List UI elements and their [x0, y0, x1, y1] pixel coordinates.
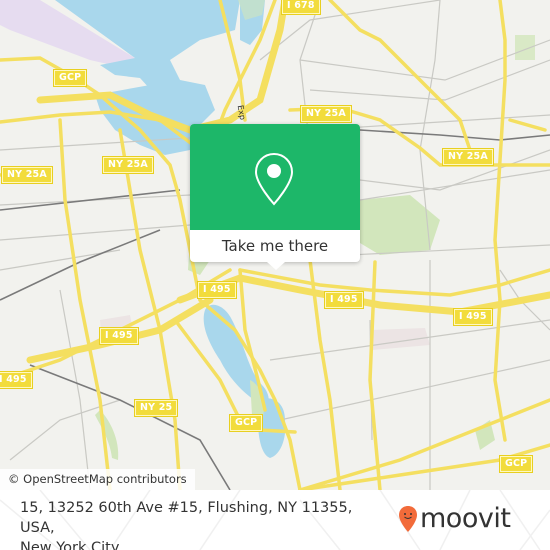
route-shield-ny25a: NY 25A: [2, 167, 52, 183]
route-shield-ny25a: NY 25A: [103, 157, 153, 173]
take-me-there-button[interactable]: Take me there: [190, 230, 360, 262]
map-attribution[interactable]: © OpenStreetMap contributors: [0, 469, 195, 490]
address-line-2: New York City: [20, 540, 120, 550]
route-shield-i495: I 495: [198, 282, 236, 298]
moovit-wordmark: moovit: [420, 503, 511, 534]
route-shield-ny25a: NY 25A: [443, 149, 493, 165]
popup-pointer: [267, 262, 285, 270]
location-pin-icon: [254, 152, 294, 206]
route-shield-ny25a: NY 25A: [301, 106, 351, 122]
route-shield-i495: I 495: [454, 309, 492, 325]
route-shield-gcp: GCP: [54, 70, 87, 86]
address-line-1: 15, 13252 60th Ave #15, Flushing, NY 113…: [20, 500, 353, 536]
route-shield-i678: I 678: [282, 0, 320, 14]
route-shield-ny25: NY 25: [135, 400, 178, 416]
route-shield-i495: I 495: [100, 328, 138, 344]
footer: 15, 13252 60th Ave #15, Flushing, NY 113…: [0, 490, 550, 550]
route-shield-i495: I 495: [325, 292, 363, 308]
location-popup: Take me there: [190, 124, 360, 262]
popup-header: [190, 124, 360, 230]
moovit-logo[interactable]: moovit: [398, 502, 511, 536]
route-shield-i495: I 495: [0, 372, 32, 388]
moovit-pin-icon: [399, 506, 417, 532]
address-text: 15, 13252 60th Ave #15, Flushing, NY 113…: [20, 498, 390, 550]
route-shield-gcp: GCP: [500, 456, 533, 472]
route-shield-gcp: GCP: [230, 415, 263, 431]
